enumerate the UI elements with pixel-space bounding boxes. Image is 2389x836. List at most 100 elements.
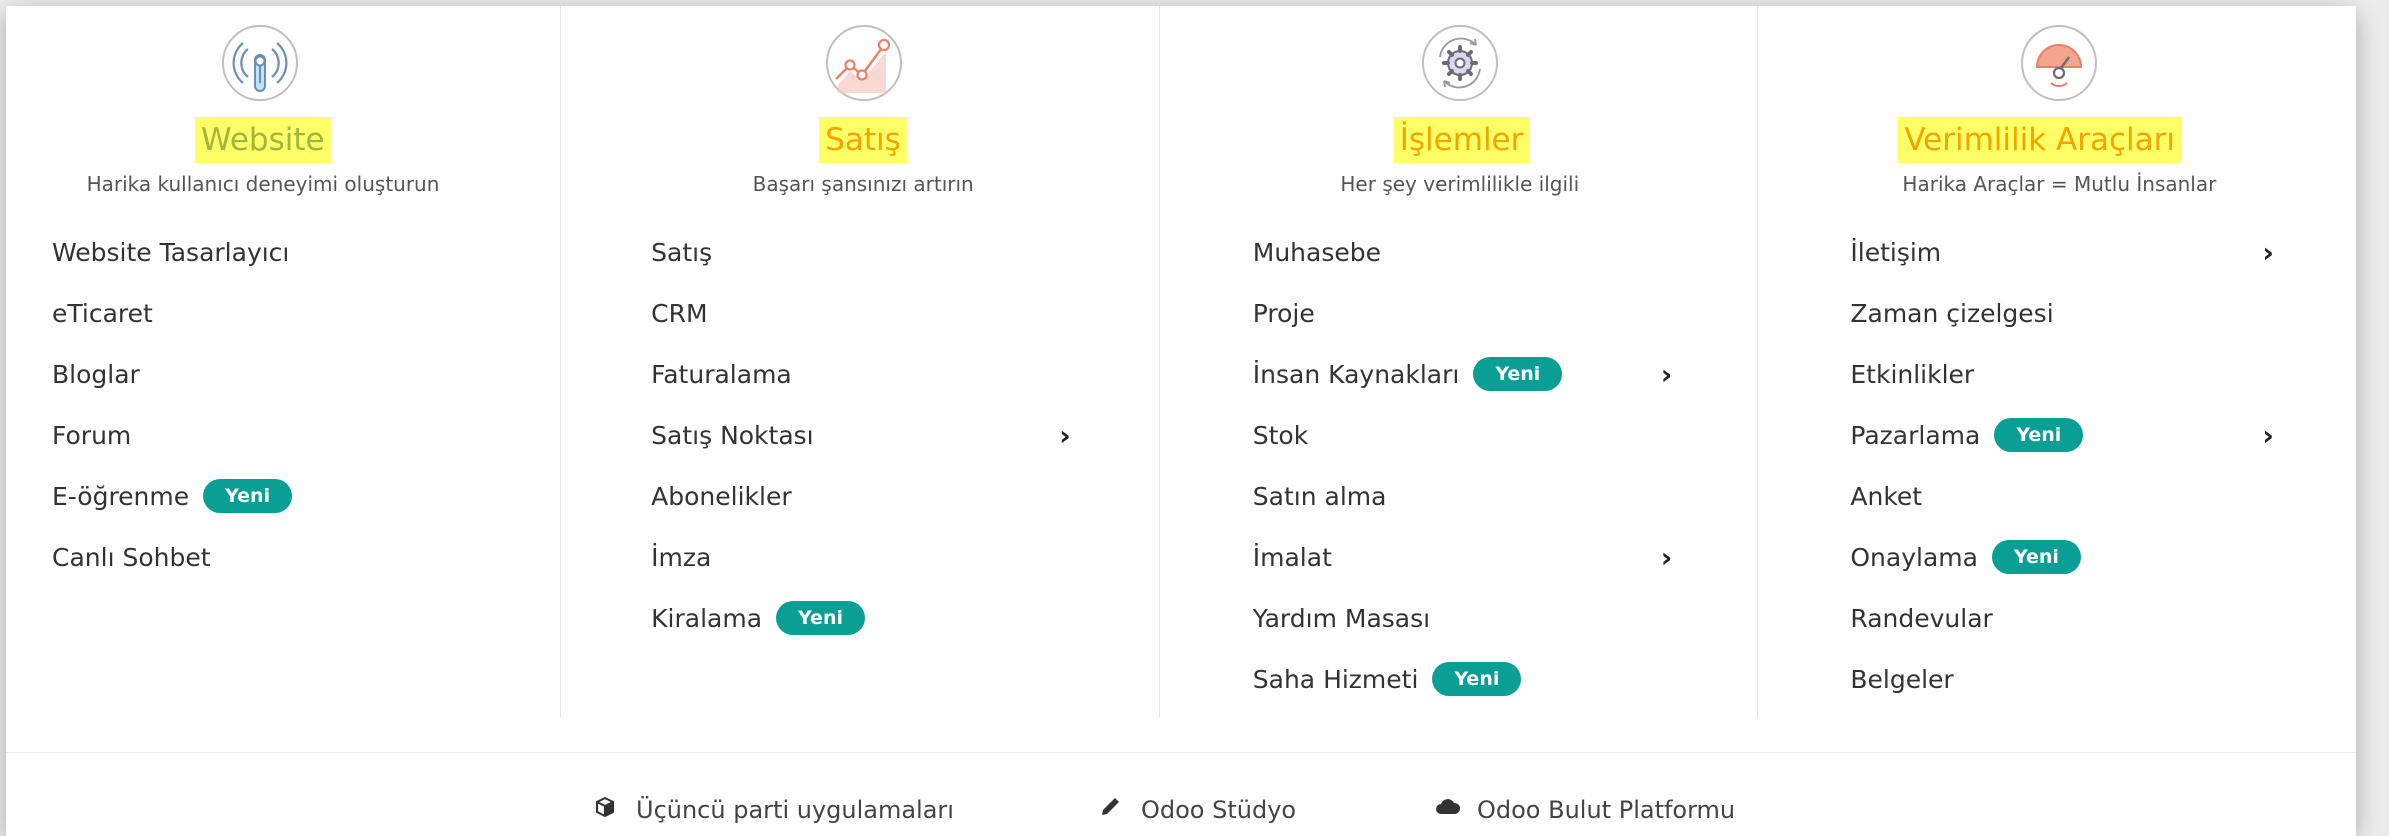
menu-item-label: Satın alma [1252, 482, 1387, 511]
column-subtitle: Her şey verimlilikle ilgili [1340, 172, 1580, 196]
menu-item-label: Stok [1252, 421, 1309, 450]
menu-item-label: Canlı Sohbet [52, 543, 211, 572]
menu-item-zaman-cizelgesi[interactable]: Zaman çizelgesi [1850, 289, 2083, 350]
menu-item-label: Abonelikler [651, 482, 792, 511]
column-title: İşlemler [1393, 117, 1530, 163]
footer-link-odoo-studio[interactable]: Odoo Stüdyo [1099, 796, 1296, 824]
column-subtitle: Harika Araçlar = Mutlu İnsanlar [1902, 172, 2217, 196]
menu-item-label: Satış [651, 238, 713, 267]
menu-item-muhasebe[interactable]: Muhasebe [1253, 228, 1563, 289]
menu-item-label: İmalat [1252, 543, 1332, 572]
menu-item-label: Zaman çizelgesi [1850, 299, 2054, 328]
menu-item-label: Belgeler [1850, 665, 1954, 694]
footer-link-label: Odoo Stüdyo [1141, 796, 1297, 824]
menu-item-iletisim[interactable]: İletişim › [1850, 228, 2274, 289]
menu-item-label: Onaylama [1850, 543, 1978, 572]
menu-item-label: Saha Hizmeti [1252, 665, 1419, 694]
new-badge: Yeni [1991, 540, 2081, 574]
menu-item-etkinlikler[interactable]: Etkinlikler [1850, 350, 2083, 411]
speedometer-icon [2021, 25, 2098, 101]
column-website: Website Harika kullanıcı deneyimi oluştu… [6, 6, 560, 718]
menu-item-eticaret[interactable]: eTicaret [52, 289, 292, 350]
menu-columns: Website Harika kullanıcı deneyimi oluştu… [6, 6, 2356, 718]
cloud-icon [1435, 796, 1461, 824]
menu-item-insan-kaynaklari[interactable]: İnsan Kaynakları Yeni › [1252, 350, 1672, 411]
new-badge: Yeni [203, 479, 293, 513]
menu-item-imza[interactable]: İmza [651, 533, 865, 594]
menu-item-label: Bloglar [52, 360, 140, 389]
chevron-right-icon[interactable]: › [1661, 533, 1673, 583]
new-badge: Yeni [776, 601, 865, 635]
app-list: Muhasebe Proje İnsan Kaynakları Yeni › Sto… [1252, 228, 1673, 716]
menu-item-faturalama[interactable]: Faturalama [651, 350, 865, 411]
menu-item-label: Muhasebe [1252, 238, 1382, 267]
menu-item-label: Satış Noktası [651, 421, 814, 450]
column-title: Satış [819, 117, 907, 163]
new-badge: Yeni [1432, 662, 1522, 696]
column-verimlilik-araclari: Verimlilik Araçları Harika Araçlar = Mut… [1757, 6, 2356, 718]
menu-item-randevular[interactable]: Randevular [1850, 594, 2083, 655]
menu-item-e-ogrenme[interactable]: E-öğrenme Yeni [52, 472, 293, 533]
menu-item-satis[interactable]: Satış [651, 228, 865, 289]
chevron-right-icon[interactable]: › [2262, 228, 2274, 278]
new-badge: Yeni [1994, 418, 2084, 452]
menu-item-belgeler[interactable]: Belgeler [1850, 655, 2083, 716]
menu-item-satis-noktasi[interactable]: Satış Noktası › [651, 411, 1071, 472]
footer-link-third-party-apps[interactable]: Üçüncü parti uygulamaları [594, 796, 954, 824]
menu-item-bloglar[interactable]: Bloglar [52, 350, 292, 411]
column-title: Website [195, 117, 331, 163]
column-subtitle: Başarı şansınızı artırın [752, 172, 974, 196]
footer-links: Üçüncü parti uygulamaları Odoo Stüdyo Od… [6, 796, 2356, 836]
cube-icon [594, 796, 618, 824]
menu-item-label: İletişim [1850, 238, 1942, 267]
menu-item-anket[interactable]: Anket [1850, 472, 2083, 533]
menu-item-kiralama[interactable]: Kiralama Yeni [651, 594, 865, 655]
menu-item-label: E-öğrenme [52, 482, 190, 511]
menu-item-label: Pazarlama [1850, 421, 1981, 450]
column-islemler: İşlemler Her şey verimlilikle ilgili Muh… [1158, 6, 1758, 718]
wifi-signal-icon [222, 25, 298, 101]
menu-item-label: Proje [1252, 299, 1315, 328]
footer-link-odoo-cloud-platform[interactable]: Odoo Bulut Platformu [1435, 796, 1735, 824]
menu-item-crm[interactable]: CRM [651, 289, 865, 350]
menu-item-onaylama[interactable]: Onaylama Yeni [1850, 533, 2083, 594]
column-title: Verimlilik Araçları [1898, 117, 2182, 163]
apps-mega-menu: Website Harika kullanıcı deneyimi oluştu… [6, 6, 2356, 836]
footer-link-label: Üçüncü parti uygulamaları [636, 796, 954, 824]
menu-item-label: Faturalama [651, 360, 792, 389]
menu-item-proje[interactable]: Proje [1253, 289, 1563, 350]
pencil-icon [1099, 796, 1123, 824]
column-subtitle: Harika kullanıcı deneyimi oluşturun [86, 172, 440, 196]
menu-item-label: CRM [651, 299, 708, 328]
gear-icon [1421, 25, 1498, 101]
menu-item-stok[interactable]: Stok [1253, 411, 1563, 472]
menu-item-label: İmza [651, 543, 712, 572]
chevron-right-icon[interactable]: › [1661, 350, 1673, 400]
menu-item-pazarlama[interactable]: Pazarlama Yeni › [1850, 411, 2274, 472]
menu-item-label: Kiralama [651, 604, 763, 633]
menu-item-label: Yardım Masası [1252, 604, 1431, 633]
chevron-right-icon[interactable]: › [2262, 411, 2274, 461]
menu-item-forum[interactable]: Forum [52, 411, 292, 472]
menu-item-label: Website Tasarlayıcı [52, 238, 290, 267]
menu-item-label: Forum [52, 421, 132, 450]
app-list: Website Tasarlayıcı eTicaret Bloglar For… [52, 228, 293, 594]
menu-item-imalat[interactable]: İmalat › [1252, 533, 1673, 594]
menu-item-canli-sohbet[interactable]: Canlı Sohbet [52, 533, 292, 594]
chevron-right-icon[interactable]: › [1059, 411, 1071, 461]
menu-item-saha-hizmeti[interactable]: Saha Hizmeti Yeni [1253, 655, 1563, 716]
menu-item-label: İnsan Kaynakları [1252, 360, 1460, 389]
menu-item-label: Etkinlikler [1850, 360, 1975, 389]
menu-item-website-tasarlayici[interactable]: Website Tasarlayıcı [52, 228, 292, 289]
menu-item-abonelikler[interactable]: Abonelikler [651, 472, 865, 533]
app-list: Satış CRM Faturalama Satış Noktası › Abon… [651, 228, 1071, 655]
column-satis: Satış Başarı şansınızı artırın Satış CRM… [560, 6, 1159, 718]
menu-item-satin-alma[interactable]: Satın alma [1253, 472, 1563, 533]
menu-item-yardim-masasi[interactable]: Yardım Masası [1253, 594, 1563, 655]
menu-item-label: Anket [1850, 482, 1923, 511]
growth-chart-icon [826, 25, 903, 101]
footer-divider [6, 752, 2356, 753]
footer-link-label: Odoo Bulut Platformu [1477, 796, 1736, 824]
menu-item-label: Randevular [1850, 604, 1993, 633]
app-list: İletişim › Zaman çizelgesi Etkinlikler Pa… [1850, 228, 2274, 716]
